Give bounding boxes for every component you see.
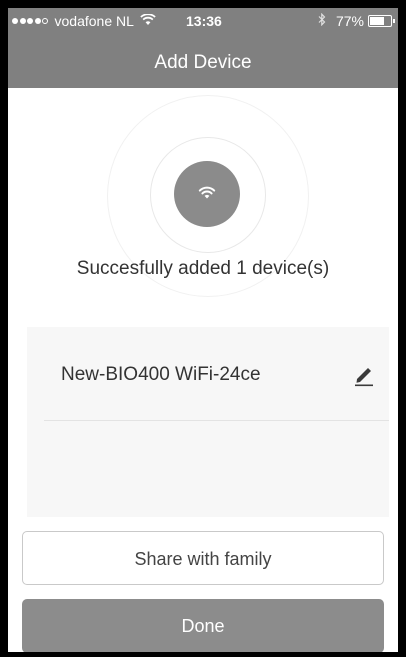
signal-dot	[19, 18, 26, 24]
signal-dot	[34, 18, 41, 24]
status-left: vodafone NL	[12, 13, 166, 29]
pencil-icon[interactable]	[353, 363, 375, 387]
app-screen: vodafone NL 13:36 77% Add Device Succesf…	[8, 8, 398, 652]
done-button[interactable]: Done	[22, 599, 384, 652]
share-with-family-button[interactable]: Share with family	[22, 531, 384, 585]
list-item: New-BIO400 WiFi-24ce	[44, 327, 389, 421]
battery-fill	[370, 17, 384, 25]
device-name: New-BIO400 WiFi-24ce	[61, 364, 261, 385]
bluetooth-icon	[318, 12, 326, 29]
success-message: Succesfully added 1 device(s)	[76, 258, 330, 279]
signal-dot	[12, 18, 18, 24]
signal-dot	[27, 18, 33, 24]
signal-dot-empty	[42, 18, 48, 24]
status-bar: vodafone NL 13:36 77%	[8, 8, 398, 32]
page-title: Add Device	[154, 52, 252, 73]
connection-status-badge	[174, 161, 240, 227]
battery-tip	[393, 19, 395, 23]
wifi-icon	[198, 186, 216, 199]
status-right: 77%	[318, 12, 395, 29]
carrier-name: vodafone NL	[54, 13, 134, 29]
device-list: New-BIO400 WiFi-24ce	[27, 327, 389, 517]
battery-percent: 77%	[335, 13, 364, 29]
top-bar: vodafone NL 13:36 77% Add Device	[8, 8, 398, 88]
wifi-icon	[140, 13, 156, 29]
clock: 13:36	[186, 13, 222, 29]
battery-icon	[368, 15, 395, 27]
signal-dots-icon	[12, 18, 50, 24]
